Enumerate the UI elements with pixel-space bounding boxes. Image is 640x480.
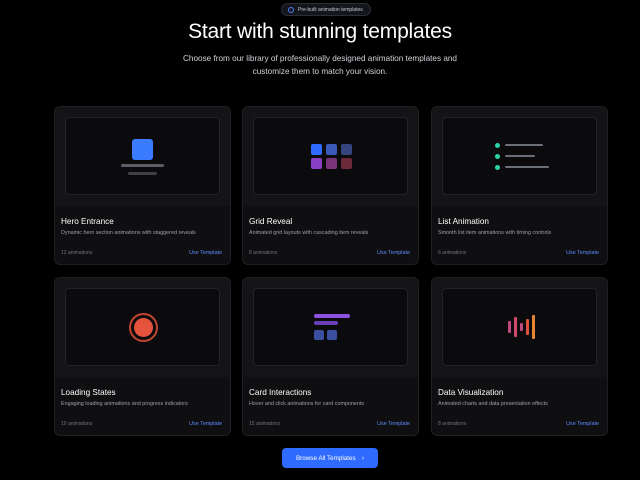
card-title: Grid Reveal (249, 217, 293, 226)
use-template-link[interactable]: Use Template (377, 250, 410, 256)
grid-cell (311, 144, 322, 155)
card-description: Hover and click animations for card comp… (249, 401, 365, 407)
preview-frame (442, 288, 597, 366)
list-bullet (495, 154, 500, 159)
sparkle-icon (288, 6, 294, 13)
card-count: 8 animations (249, 250, 278, 256)
list-line (505, 144, 543, 146)
list-bullet (495, 143, 500, 148)
spinner-core (134, 318, 153, 337)
card-preview (432, 278, 607, 377)
use-template-link[interactable]: Use Template (566, 250, 599, 256)
card-title: Hero Entrance (61, 217, 114, 226)
preview-frame (65, 288, 220, 366)
card-description: Engaging loading animations and progress… (61, 401, 188, 407)
grid-cell (341, 144, 352, 155)
card-tile (314, 330, 324, 340)
card-title: Loading States (61, 388, 116, 397)
card-description: Animated charts and data presentation ef… (438, 401, 548, 407)
chevron-right-icon: › (361, 454, 365, 462)
card-count: 6 animations (438, 250, 467, 256)
template-card-grid-reveal[interactable]: Grid Reveal Animated grid layouts with c… (242, 106, 419, 265)
preview-frame (253, 288, 408, 366)
badge-label: Pre-built animation templates (298, 6, 363, 13)
hero-line (121, 164, 164, 167)
use-template-link[interactable]: Use Template (189, 250, 222, 256)
template-card-card-interactions[interactable]: Card Interactions Hover and click animat… (242, 277, 419, 436)
use-template-link[interactable]: Use Template (189, 421, 222, 427)
hero-block-icon (132, 139, 153, 160)
card-preview (55, 278, 230, 377)
grid-cell (341, 158, 352, 169)
preview-frame (253, 117, 408, 195)
card-bar (314, 314, 350, 318)
card-preview (243, 107, 418, 206)
card-description: Dynamic hero section animations with sta… (61, 230, 196, 236)
card-preview (55, 107, 230, 206)
use-template-link[interactable]: Use Template (377, 421, 410, 427)
list-line (505, 166, 549, 168)
card-count: 8 animations (438, 421, 467, 427)
card-count: 15 animations (249, 421, 281, 427)
card-description: Animated grid layouts with cascading ite… (249, 230, 369, 236)
use-template-link[interactable]: Use Template (566, 421, 599, 427)
templates-badge: Pre-built animation templates (281, 3, 371, 16)
card-bar-short (314, 321, 338, 325)
card-tile (327, 330, 337, 340)
grid-cell (326, 144, 337, 155)
template-card-list-animation[interactable]: List Animation Smooth list item animatio… (431, 106, 608, 265)
viz-bar (526, 319, 529, 335)
browse-all-templates-button[interactable]: Browse All Templates › (282, 448, 378, 468)
card-title: Data Visualization (438, 388, 504, 397)
grid-cell (311, 158, 322, 169)
preview-frame (65, 117, 220, 195)
viz-bar (532, 315, 535, 339)
page-title: Start with stunning templates (188, 20, 452, 43)
page-subtitle: Choose from our library of professionall… (183, 54, 457, 76)
hero-line-short (128, 172, 157, 175)
template-card-loading-states[interactable]: Loading States Engaging loading animatio… (54, 277, 231, 436)
card-title: Card Interactions (249, 388, 312, 397)
template-card-hero-entrance[interactable]: Hero Entrance Dynamic hero section anima… (54, 106, 231, 265)
loading-spinner-icon (129, 313, 158, 342)
viz-bar (514, 317, 517, 337)
list-bullet (495, 165, 500, 170)
viz-bar (508, 321, 511, 333)
list-line (505, 155, 535, 157)
browse-button-label: Browse All Templates (295, 454, 356, 462)
card-preview (243, 278, 418, 377)
card-title: List Animation (438, 217, 489, 226)
card-description: Smooth list item animations with timing … (438, 230, 552, 236)
template-card-data-visualization[interactable]: Data Visualization Animated charts and d… (431, 277, 608, 436)
card-preview (432, 107, 607, 206)
card-count: 12 animations (61, 250, 93, 256)
viz-bar (520, 323, 523, 331)
card-count: 10 animations (61, 421, 93, 427)
grid-cell (326, 158, 337, 169)
preview-frame (442, 117, 597, 195)
